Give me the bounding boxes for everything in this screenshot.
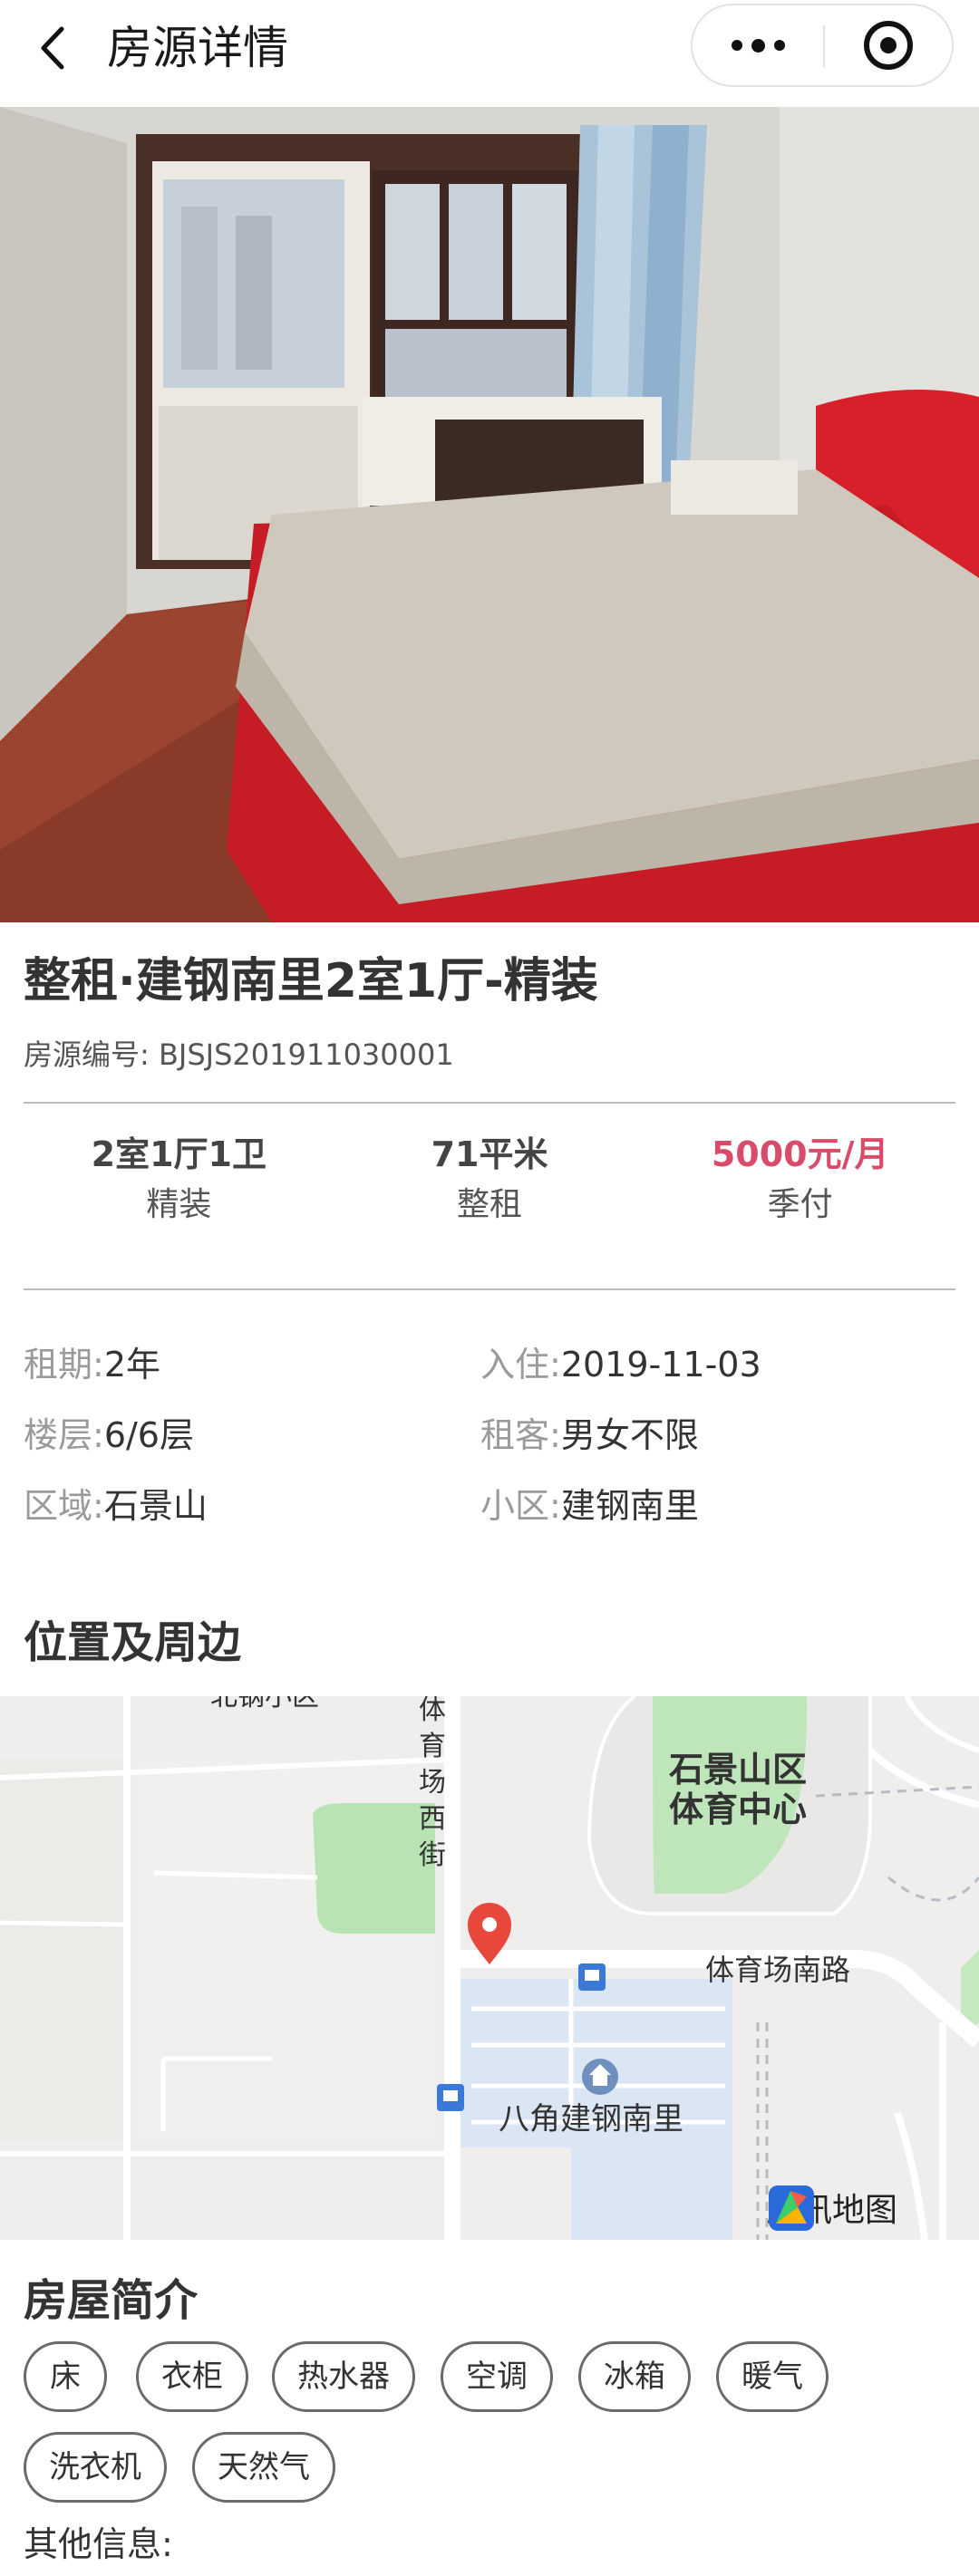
tag-ac: 空调 [441,2341,553,2412]
tag-fridge: 冰箱 [578,2341,691,2412]
bedroom-photo [0,107,979,922]
rent-type-value: 整租 [457,1186,523,1223]
location-section-title: 位置及周边 [24,1617,242,1668]
location-map[interactable]: 北钢小区 体育场西街 石景山区 体育中心 体育场南路 八角建钢南里 腾讯地图 [0,1696,979,2240]
close-miniprogram-button[interactable] [825,5,952,85]
community: 小区:建钢南里 [480,1486,699,1526]
other-info-label: 其他信息: [24,2524,173,2564]
tencent-map-logo: 腾讯地图 [767,2184,897,2231]
map-label-beigang: 北钢小区 [210,1696,319,1713]
more-button[interactable] [693,5,823,85]
floor: 楼层:6/6层 [24,1415,194,1455]
tag-water-heater: 热水器 [272,2341,415,2412]
nav-bar: 房源详情 [0,0,979,107]
map-label-street: 体育场西街 [419,1696,446,1871]
map-label-community: 八角建钢南里 [499,2101,683,2137]
tenant-requirement: 租客:男女不限 [480,1415,699,1455]
house-title: 整租·建钢南里2室1厅-精装 [24,954,598,1008]
divider [24,1288,955,1290]
mini-program-capsule [691,4,954,87]
bus-stop-icon [437,2084,464,2111]
decoration-value: 精装 [146,1186,212,1223]
map-label-south-road: 体育场南路 [705,1953,851,1987]
more-dot-icon [751,38,765,53]
back-button[interactable] [25,16,89,80]
house-summary: 2室1厅1卫 精装 71平米 整租 5000元/月 季付 [24,1129,955,1256]
summary-price: 5000元/月 季付 [645,1129,955,1256]
community-marker-icon [582,2059,618,2095]
bus-stop-icon [578,1963,606,1991]
price-value: 5000元/月 [711,1134,889,1174]
intro-section-title: 房屋简介 [24,2275,199,2326]
district: 区域:石景山 [24,1486,208,1526]
move-in-date: 入住:2019-11-03 [480,1345,761,1384]
summary-layout: 2室1厅1卫 精装 [24,1129,334,1256]
more-dot-icon [731,40,742,51]
target-icon [864,21,913,70]
divider [24,1102,955,1104]
house-code: 房源编号: BJSJS201911030001 [24,1037,454,1072]
layout-value: 2室1厅1卫 [91,1134,267,1174]
payment-value: 季付 [767,1186,833,1223]
house-photo-carousel[interactable] [0,107,979,922]
detail-row: 楼层:6/6层 租客:男女不限 [24,1408,955,1462]
lease-term: 租期:2年 [24,1345,160,1384]
map-label-stadium-1: 石景山区 [669,1750,808,1790]
tag-bed: 床 [24,2341,107,2412]
tag-washer: 洗衣机 [24,2432,167,2503]
map-label-stadium-2: 体育中心 [669,1790,808,1829]
summary-area: 71平米 整租 [334,1129,645,1256]
tag-heating: 暖气 [716,2341,829,2412]
page-title: 房源详情 [107,22,288,74]
tag-wardrobe: 衣柜 [136,2341,248,2412]
more-dot-icon [773,40,785,51]
detail-row: 区域:石景山 小区:建钢南里 [24,1479,955,1533]
chevron-left-icon [41,26,64,70]
detail-row: 租期:2年 入住:2019-11-03 [24,1337,955,1392]
tag-gas: 天然气 [192,2432,335,2503]
tencent-map-icon [769,2185,814,2231]
area-value: 71平米 [431,1134,548,1174]
